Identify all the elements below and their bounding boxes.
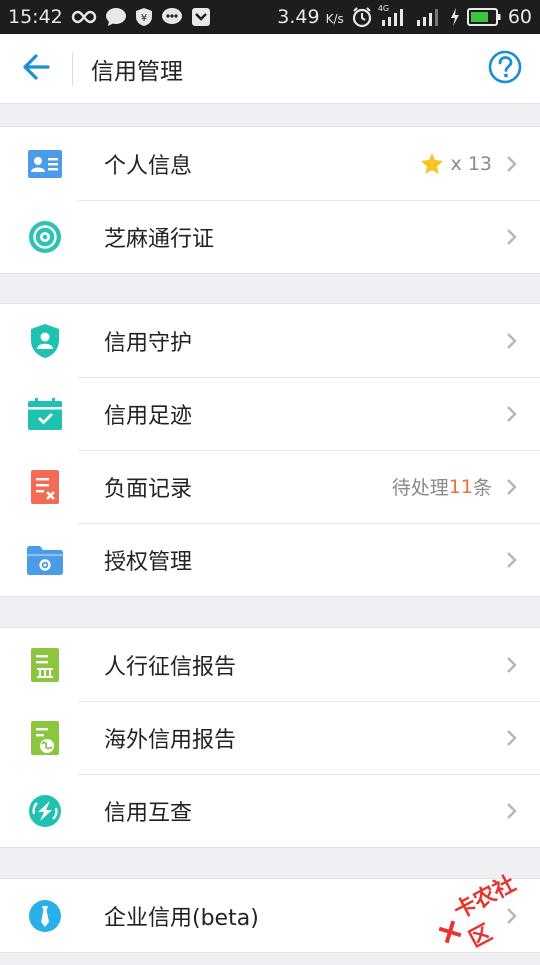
infinity-icon [71, 10, 97, 24]
alarm-icon [351, 6, 373, 28]
row-label: 个人信息 [104, 153, 193, 179]
charging-icon [450, 8, 460, 26]
row-overseas-report[interactable]: 海外信用报告 [0, 701, 540, 774]
row-personal-info[interactable]: 个人信息 x 13 [0, 127, 540, 200]
status-bar: 15:42 ¥ 3.49 K/s 4G 60 [0, 0, 540, 34]
id-card-icon [0, 127, 90, 200]
row-label: 授权管理 [104, 549, 193, 575]
credit-star-count: x 13 [420, 153, 492, 175]
row-label: 企业信用(beta) [104, 905, 259, 931]
row-label: 信用守护 [104, 330, 193, 356]
chevron-right-icon [506, 656, 518, 674]
overseas-report-icon [0, 701, 90, 774]
help-button[interactable] [470, 34, 540, 104]
nav-bar: 信用管理 [0, 34, 540, 104]
page-title: 信用管理 [91, 58, 183, 85]
status-time: 15:42 [8, 6, 63, 28]
message-icon [105, 7, 127, 27]
svg-text:¥: ¥ [141, 13, 147, 24]
chevron-right-icon [506, 155, 518, 173]
negative-record-icon [0, 450, 90, 523]
row-credit-footprint[interactable]: 信用足迹 [0, 377, 540, 450]
star-icon [420, 153, 443, 174]
battery-icon [466, 8, 501, 26]
row-label: 人行征信报告 [104, 654, 237, 680]
chevron-right-icon [506, 551, 518, 569]
row-label: 信用足迹 [104, 403, 193, 429]
row-label: 信用互查 [104, 800, 193, 826]
shield-user-icon [0, 304, 90, 377]
question-circle-icon [488, 50, 522, 88]
row-credit-guard[interactable]: 信用守护 [0, 304, 540, 377]
chevron-right-icon [506, 228, 518, 246]
group-credit: 信用守护 信用足迹 负面记录 待处理 11 条 授权管理 [0, 303, 540, 597]
shield-yen-icon: ¥ [135, 7, 153, 27]
tie-icon [0, 879, 90, 952]
pending-status: 待处理 11 条 [391, 475, 492, 500]
nav-divider [72, 51, 73, 86]
group-reports: 人行征信报告 海外信用报告 信用互查 [0, 627, 540, 848]
network-speed: 3.49 K/s [277, 6, 344, 28]
group-personal: 个人信息 x 13 芝麻通行证 [0, 126, 540, 274]
chevron-right-icon [506, 802, 518, 820]
pocket-icon [191, 7, 211, 27]
arrow-left-icon [22, 53, 50, 84]
battery-level: 60 [507, 6, 532, 28]
row-sesame-pass[interactable]: 芝麻通行证 [0, 200, 540, 273]
chevron-right-icon [506, 729, 518, 747]
row-label: 负面记录 [104, 476, 193, 502]
signal-icon [415, 8, 443, 26]
chevron-right-icon [506, 478, 518, 496]
row-label: 海外信用报告 [104, 727, 237, 753]
row-label: 芝麻通行证 [104, 226, 215, 252]
row-pboc-report[interactable]: 人行征信报告 [0, 628, 540, 701]
chevron-right-icon [506, 405, 518, 423]
chat-bubble-icon [161, 7, 183, 27]
calendar-check-icon [0, 377, 90, 450]
bank-report-icon [0, 628, 90, 701]
signal-4g-icon: 4G [378, 4, 408, 26]
chevron-right-icon [506, 332, 518, 350]
folder-gear-icon [0, 523, 90, 596]
row-negative-record[interactable]: 负面记录 待处理 11 条 [0, 450, 540, 523]
back-button[interactable] [0, 34, 72, 104]
mutual-check-icon [0, 774, 90, 847]
row-authorization[interactable]: 授权管理 [0, 523, 540, 596]
sesame-pass-icon [0, 200, 90, 273]
row-mutual-check[interactable]: 信用互查 [0, 774, 540, 847]
